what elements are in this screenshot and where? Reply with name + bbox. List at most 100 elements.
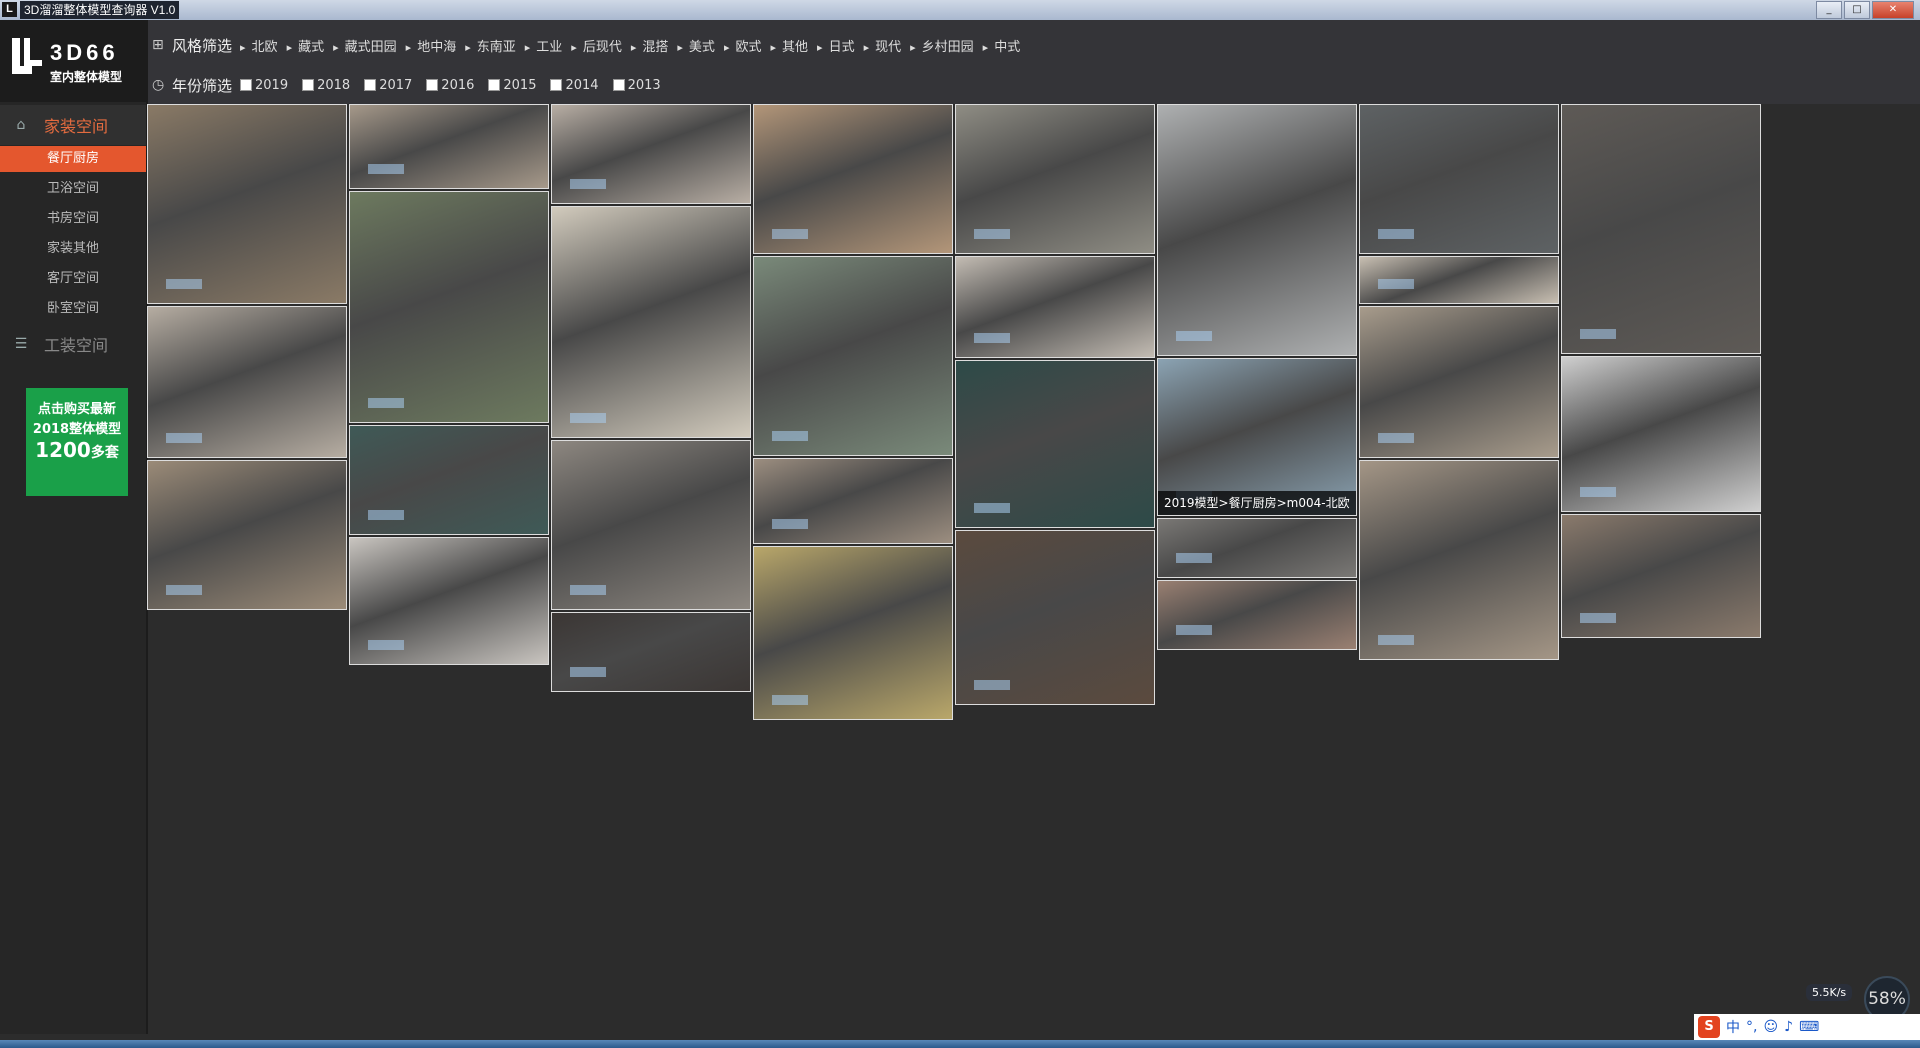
model-thumbnail[interactable]	[1561, 514, 1761, 638]
year-checkbox[interactable]: 2017	[364, 78, 412, 93]
year-label: 2013	[627, 77, 661, 93]
watermark	[570, 585, 606, 595]
checkbox-icon[interactable]	[612, 79, 625, 91]
watermark	[166, 433, 202, 443]
network-monitor: 5.5K/s 58%	[1798, 976, 1920, 1022]
model-thumbnail[interactable]	[753, 458, 953, 544]
checkbox-icon[interactable]	[240, 79, 253, 91]
style-tag[interactable]: 现代	[864, 40, 902, 55]
year-checkbox[interactable]: 2015	[488, 78, 536, 93]
punctuation-icon[interactable]: °,	[1746, 1019, 1757, 1035]
sidebar-item-bedroom[interactable]: 卧室空间	[0, 296, 146, 322]
watermark	[974, 680, 1010, 690]
style-tag[interactable]: 混搭	[631, 40, 669, 55]
style-tag[interactable]: 藏式	[287, 40, 325, 55]
style-tag[interactable]: 后现代	[571, 40, 622, 55]
model-thumbnail[interactable]	[349, 537, 549, 665]
list-icon: ☰	[14, 336, 28, 352]
category-home[interactable]: ⌂ 家装空间	[0, 105, 146, 145]
sidebar-item-home-other[interactable]: 家装其他	[0, 236, 146, 262]
style-tag[interactable]: 工业	[525, 40, 563, 55]
model-thumbnail[interactable]	[1359, 104, 1559, 254]
model-thumbnail[interactable]	[1359, 256, 1559, 304]
year-checkbox[interactable]: 2013	[612, 77, 661, 93]
watermark	[570, 179, 606, 189]
year-checkbox[interactable]: 2014	[550, 78, 599, 93]
year-label: 2019	[255, 77, 289, 93]
category-home-label: 家装空间	[44, 117, 109, 136]
filter-bar: ⊞ 风格筛选 北欧藏式藏式田园地中海东南亚工业后现代混搭美式欧式其他日式现代乡村…	[148, 20, 1920, 104]
checkbox-icon[interactable]	[550, 79, 563, 91]
style-tag[interactable]: 东南亚	[465, 40, 516, 55]
model-thumbnail[interactable]	[551, 206, 751, 438]
model-thumbnail[interactable]	[753, 546, 953, 720]
grid-icon: ⊞	[152, 37, 164, 53]
style-filter-row: ⊞ 风格筛选 北欧藏式藏式田园地中海东南亚工业后现代混搭美式欧式其他日式现代乡村…	[148, 30, 1029, 60]
category-work[interactable]: ☰ 工装空间	[0, 324, 146, 364]
style-tag[interactable]: 乡村田园	[910, 40, 974, 55]
keyboard-icon[interactable]: ⌨	[1799, 1019, 1819, 1035]
model-thumbnail[interactable]	[753, 256, 953, 456]
checkbox-icon[interactable]	[364, 79, 377, 91]
year-filter-row: ◷ 年份筛选 2019 2018 2017 2016 2015 2014 2013	[148, 70, 675, 100]
model-thumbnail[interactable]	[1561, 356, 1761, 512]
promo-banner[interactable]: 点击购买最新 2018整体模型 1200多套	[26, 388, 128, 496]
model-thumbnail[interactable]	[551, 440, 751, 610]
sidebar-item-dining-kitchen[interactable]: 餐厅厨房	[0, 146, 146, 172]
style-tag[interactable]: 地中海	[406, 40, 457, 55]
model-thumbnail[interactable]	[955, 256, 1155, 358]
model-thumbnail[interactable]	[349, 425, 549, 535]
model-thumbnail[interactable]	[1157, 580, 1357, 650]
model-thumbnail[interactable]	[349, 191, 549, 423]
logo: 3D66 室内整体模型	[0, 20, 146, 102]
mic-icon[interactable]: ♪	[1784, 1019, 1793, 1035]
watermark	[772, 431, 808, 441]
sidebar-item-bathroom[interactable]: 卫浴空间	[0, 176, 146, 202]
model-thumbnail[interactable]	[1157, 104, 1357, 356]
style-tag[interactable]: 日式	[817, 40, 855, 55]
close-icon[interactable]: ✕	[1872, 1, 1914, 19]
checkbox-icon[interactable]	[302, 79, 315, 91]
watermark	[1176, 331, 1212, 341]
ime-mode[interactable]: 中	[1726, 1017, 1740, 1037]
watermark	[166, 279, 202, 289]
watermark	[570, 667, 606, 677]
style-tag[interactable]: 藏式田园	[333, 40, 397, 55]
minimize-icon[interactable]: _	[1816, 1, 1842, 19]
model-thumbnail[interactable]	[147, 104, 347, 304]
model-thumbnail[interactable]	[1359, 460, 1559, 660]
model-thumbnail[interactable]	[955, 360, 1155, 528]
style-tag[interactable]: 美式	[677, 40, 715, 55]
model-thumbnail[interactable]	[147, 306, 347, 458]
thumbnail-caption: 2019模型>餐厅厨房>m004-北欧	[1158, 491, 1356, 515]
ime-toolbar[interactable]: S 中 °, ☺ ♪ ⌨	[1694, 1014, 1920, 1040]
model-thumbnail[interactable]	[1561, 104, 1761, 354]
maximize-icon[interactable]: □	[1844, 1, 1870, 19]
year-checkbox[interactable]: 2018	[302, 78, 350, 93]
year-checkbox[interactable]: 2019	[240, 78, 288, 93]
model-thumbnail[interactable]	[955, 104, 1155, 254]
style-tag[interactable]: 欧式	[724, 40, 762, 55]
model-thumbnail[interactable]	[551, 104, 751, 204]
model-thumbnail[interactable]	[753, 104, 953, 254]
checkbox-icon[interactable]	[426, 79, 439, 91]
model-thumbnail[interactable]	[147, 460, 347, 610]
checkbox-icon[interactable]	[488, 79, 501, 91]
logo-mark-icon	[12, 38, 42, 74]
style-tag[interactable]: 中式	[983, 40, 1021, 55]
style-tag[interactable]: 其他	[770, 40, 808, 55]
model-thumbnail[interactable]	[349, 104, 549, 189]
model-thumbnail[interactable]	[1157, 518, 1357, 578]
sidebar-item-study[interactable]: 书房空间	[0, 206, 146, 232]
sidebar: 3D66 室内整体模型 ⌂ 家装空间 餐厅厨房 卫浴空间 书房空间 家装其他 客…	[0, 20, 148, 1034]
model-thumbnail[interactable]	[551, 612, 751, 692]
style-tag[interactable]: 北欧	[240, 40, 278, 55]
emoji-icon[interactable]: ☺	[1763, 1019, 1778, 1035]
sogou-icon[interactable]: S	[1698, 1016, 1720, 1038]
promo-count-row: 1200多套	[26, 440, 128, 463]
model-thumbnail[interactable]: 2019模型>餐厅厨房>m004-北欧	[1157, 358, 1357, 516]
model-thumbnail[interactable]	[1359, 306, 1559, 458]
year-checkbox[interactable]: 2016	[426, 78, 474, 93]
model-thumbnail[interactable]	[955, 530, 1155, 705]
sidebar-item-living-room[interactable]: 客厅空间	[0, 266, 146, 292]
